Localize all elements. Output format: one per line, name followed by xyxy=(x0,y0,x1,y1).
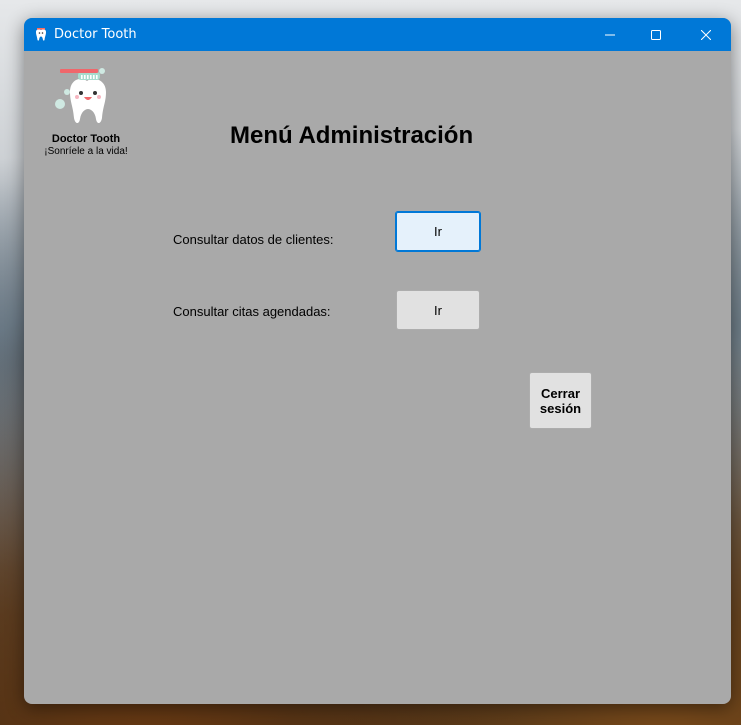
minimize-icon xyxy=(605,34,615,35)
app-window: Doctor Tooth Doctor Tooth ¡Sonríele a la… xyxy=(24,18,731,704)
logout-label-line1: Cerrar xyxy=(540,385,581,401)
brand-name: Doctor Tooth xyxy=(51,133,121,145)
minimize-button[interactable] xyxy=(587,18,633,51)
maximize-icon xyxy=(651,29,661,40)
title-bar[interactable]: Doctor Tooth xyxy=(24,18,731,51)
go-appointments-button[interactable]: Ir xyxy=(396,290,480,330)
brand-tagline: ¡Sonríele a la vida! xyxy=(44,146,128,157)
appointments-label: Consultar citas agendadas: xyxy=(173,304,331,319)
close-icon xyxy=(701,29,711,40)
logout-button[interactable]: Cerrar sesión xyxy=(529,372,592,429)
close-button[interactable] xyxy=(683,18,729,51)
logout-label-line2: sesión xyxy=(539,400,582,416)
clients-data-label: Consultar datos de clientes: xyxy=(173,232,334,247)
go-clients-button[interactable]: Ir xyxy=(395,211,481,252)
tooth-logo-icon xyxy=(55,68,106,124)
tooth-app-icon xyxy=(36,28,46,41)
page-title: Menú Administración xyxy=(230,122,474,149)
window-title: Doctor Tooth xyxy=(54,27,137,42)
maximize-button[interactable] xyxy=(633,18,679,51)
